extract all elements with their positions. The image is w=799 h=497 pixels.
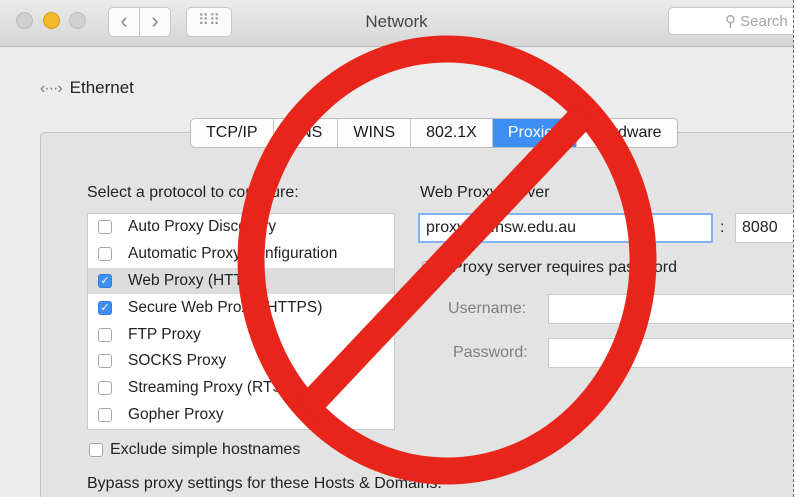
protocol-checkbox[interactable] bbox=[98, 354, 112, 369]
protocol-label: Secure Web Proxy (HTTPS) bbox=[128, 298, 323, 316]
requires-password-checkbox[interactable] bbox=[422, 261, 436, 275]
protocol-label: Streaming Proxy (RTSP) bbox=[128, 379, 299, 397]
ethernet-icon: ‹···› bbox=[40, 80, 63, 97]
tab-hardware[interactable]: Hardware bbox=[577, 119, 676, 147]
protocol-list: Auto Proxy Discovery Automatic Proxy Conf… bbox=[87, 213, 395, 430]
protocol-list-item[interactable]: Gopher Proxy bbox=[88, 402, 394, 429]
service-header: ‹···› Ethernet bbox=[40, 78, 134, 98]
proxy-server-heading: Web Proxy Server bbox=[420, 184, 550, 201]
network-preferences-window: ‹ › ⠿⠿ Network ⚲ Search ‹···› Ethernet TC… bbox=[0, 0, 794, 497]
protocol-list-item[interactable]: SOCKS Proxy bbox=[88, 348, 394, 375]
bypass-proxy-label: Bypass proxy settings for these Hosts & … bbox=[87, 475, 442, 492]
tab-proxies[interactable]: Proxies bbox=[492, 119, 578, 147]
username-field[interactable] bbox=[548, 294, 793, 324]
protocol-list-item[interactable]: Auto Proxy Discovery bbox=[88, 214, 394, 241]
protocol-list-item[interactable]: Automatic Proxy Configuration bbox=[88, 241, 394, 268]
search-placeholder: Search bbox=[740, 13, 788, 30]
proxy-port-field[interactable]: 8080 bbox=[735, 213, 793, 243]
port-separator: : bbox=[720, 219, 725, 236]
protocol-label: Web Proxy (HTTP) bbox=[128, 271, 259, 289]
protocol-list-item[interactable]: ✓ Secure Web Proxy (HTTPS) bbox=[88, 294, 394, 321]
tab-8021x[interactable]: 802.1X bbox=[411, 119, 493, 147]
protocol-list-item[interactable]: ✓ Web Proxy (HTTP) bbox=[88, 267, 394, 295]
protocol-checkbox[interactable]: ✓ bbox=[98, 300, 112, 315]
protocol-checkbox[interactable] bbox=[98, 220, 112, 235]
tab-wins[interactable]: WINS bbox=[338, 119, 412, 147]
protocol-list-heading: Select a protocol to configure: bbox=[87, 184, 299, 201]
protocol-checkbox[interactable] bbox=[98, 407, 112, 422]
username-label: Username: bbox=[448, 300, 527, 317]
protocol-label: FTP Proxy bbox=[128, 325, 201, 343]
search-icon: ⚲ bbox=[725, 13, 736, 30]
search-field[interactable]: ⚲ Search bbox=[668, 7, 793, 35]
protocol-checkbox[interactable] bbox=[98, 247, 112, 262]
protocol-checkbox[interactable] bbox=[98, 381, 112, 396]
protocol-checkbox[interactable]: ✓ bbox=[98, 273, 112, 288]
tab-dns[interactable]: DNS bbox=[274, 119, 339, 147]
protocol-list-item[interactable]: FTP Proxy bbox=[88, 321, 394, 348]
exclude-simple-hostnames-checkbox[interactable] bbox=[89, 443, 103, 457]
exclude-simple-hostnames-option[interactable]: Exclude simple hostnames bbox=[89, 441, 300, 459]
tab-tcpip[interactable]: TCP/IP bbox=[191, 119, 274, 147]
proxy-host-field[interactable]: proxy.det.nsw.edu.au bbox=[418, 213, 713, 243]
exclude-simple-hostnames-label: Exclude simple hostnames bbox=[110, 441, 301, 458]
requires-password-option[interactable]: Proxy server requires password bbox=[422, 259, 677, 277]
protocol-label: Gopher Proxy bbox=[128, 405, 224, 423]
requires-password-label: Proxy server requires password bbox=[452, 259, 677, 276]
protocol-label: Automatic Proxy Configuration bbox=[128, 245, 338, 263]
protocol-label: Auto Proxy Discovery bbox=[128, 218, 277, 236]
password-label: Password: bbox=[453, 344, 528, 361]
service-name: Ethernet bbox=[69, 78, 134, 97]
protocol-checkbox[interactable] bbox=[98, 327, 112, 342]
protocol-label: SOCKS Proxy bbox=[128, 352, 227, 370]
tab-bar: TCP/IP DNS WINS 802.1X Proxies Hardware bbox=[190, 118, 678, 148]
title-bar: ‹ › ⠿⠿ Network ⚲ Search bbox=[0, 0, 793, 47]
password-field[interactable] bbox=[548, 338, 793, 368]
protocol-list-item[interactable]: Streaming Proxy (RTSP) bbox=[88, 375, 394, 402]
